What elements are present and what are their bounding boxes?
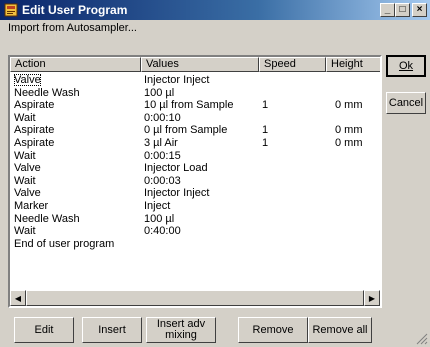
list-item[interactable]: End of user program <box>10 238 380 250</box>
cancel-button[interactable]: Cancel <box>386 92 426 114</box>
values-cell: 0 µl from Sample <box>144 124 228 137</box>
scroll-thumb[interactable] <box>26 290 364 306</box>
cancel-label: Cancel <box>388 96 424 109</box>
insert-adv-mixing-button[interactable]: Insert adv mixing <box>146 317 216 343</box>
insert-adv-label-line2: mixing <box>165 329 197 341</box>
column-header-action[interactable]: Action <box>10 57 141 72</box>
list-item[interactable]: Aspirate 3 µl Air 1 0 mm <box>10 137 380 149</box>
action-cell: Valve <box>14 187 41 200</box>
list-item[interactable]: Aspirate 10 µl from Sample 1 0 mm <box>10 99 380 111</box>
column-header-values[interactable]: Values <box>141 57 259 72</box>
remove-button[interactable]: Remove <box>238 317 308 343</box>
action-cell: Valve <box>14 162 41 175</box>
list-item[interactable]: Wait 0:00:03 <box>10 175 380 187</box>
list-item[interactable]: Valve Injector Load <box>10 162 380 174</box>
import-from-autosampler-menu[interactable]: Import from Autosampler... <box>8 22 137 38</box>
action-cell: Wait <box>14 174 36 187</box>
resize-grip-icon[interactable] <box>416 333 428 345</box>
remove-label: Remove <box>252 323 294 336</box>
title-bar[interactable]: Edit User Program _ □ × <box>0 0 430 20</box>
action-cell: Aspirate <box>14 124 55 137</box>
arrow-left-icon: ◀ <box>14 293 22 303</box>
values-cell: Injector Inject <box>144 74 210 86</box>
maximize-icon: □ <box>399 4 406 15</box>
action-cell: Aspirate <box>14 99 55 112</box>
list-item[interactable]: Wait 0:00:15 <box>10 150 380 162</box>
values-cell: 0:00:10 <box>144 111 181 124</box>
insert-label: Insert <box>98 323 126 336</box>
action-cell: Needle Wash <box>14 86 80 99</box>
list-item[interactable]: Valve Injector Inject <box>10 74 380 86</box>
height-cell: 0 mm <box>335 137 363 149</box>
list-item[interactable]: Valve Injector Inject <box>10 187 380 199</box>
action-cell: Wait <box>14 225 36 238</box>
minimize-icon: _ <box>384 4 391 15</box>
window-title: Edit User Program <box>22 3 128 17</box>
values-cell: Injector Inject <box>144 187 210 200</box>
app-window-icon <box>4 3 18 17</box>
values-cell: Inject <box>144 200 171 212</box>
list-item[interactable]: Wait 0:40:00 <box>10 225 380 237</box>
action-cell: Wait <box>14 149 36 162</box>
list-item[interactable]: Marker Inject <box>10 200 380 212</box>
arrow-right-icon: ▶ <box>368 293 376 303</box>
list-item[interactable]: Aspirate 0 µl from Sample 1 0 mm <box>10 124 380 136</box>
minimize-button[interactable]: _ <box>380 3 395 17</box>
values-cell: 0:00:15 <box>144 149 181 162</box>
close-icon: × <box>416 4 423 15</box>
maximize-button[interactable]: □ <box>395 3 410 17</box>
program-steps-list[interactable]: Action Values Speed Height Valve Injector… <box>8 55 382 308</box>
edit-user-program-window: Edit User Program _ □ × Import from Auto… <box>0 0 430 347</box>
speed-cell: 1 <box>262 137 269 149</box>
values-cell: 0:40:00 <box>144 225 181 238</box>
speed-cell: 1 <box>262 99 269 112</box>
values-cell: 3 µl Air <box>144 137 178 149</box>
values-cell: 100 µl <box>144 212 175 225</box>
column-header-speed[interactable]: Speed <box>259 57 326 72</box>
scroll-right-button[interactable]: ▶ <box>364 290 380 306</box>
list-item[interactable]: Needle Wash 100 µl <box>10 87 380 99</box>
ok-label: Ok <box>398 59 414 72</box>
action-cell: Aspirate <box>14 137 55 149</box>
edit-button[interactable]: Edit <box>14 317 74 343</box>
values-cell: Injector Load <box>144 162 208 175</box>
list-item[interactable]: Needle Wash 100 µl <box>10 213 380 225</box>
remove-all-button[interactable]: Remove all <box>308 317 372 343</box>
values-cell: 100 µl <box>144 86 175 99</box>
action-cell: End of user program <box>14 237 115 250</box>
list-item[interactable]: Wait 0:00:10 <box>10 112 380 124</box>
values-cell: 10 µl from Sample <box>144 99 234 112</box>
values-cell: 0:00:03 <box>144 174 181 187</box>
remove-all-label: Remove all <box>312 323 368 336</box>
height-cell: 0 mm <box>335 124 363 137</box>
height-cell: 0 mm <box>335 99 363 112</box>
scroll-left-button[interactable]: ◀ <box>10 290 26 306</box>
action-cell: Valve <box>14 74 41 86</box>
action-cell: Marker <box>14 200 49 212</box>
column-header-height[interactable]: Height <box>326 57 380 72</box>
action-cell: Wait <box>14 111 36 124</box>
edit-label: Edit <box>34 323 54 336</box>
ok-button[interactable]: Ok <box>386 55 426 77</box>
horizontal-scrollbar[interactable]: ◀ ▶ <box>10 290 380 306</box>
insert-button[interactable]: Insert <box>82 317 142 343</box>
close-button[interactable]: × <box>412 3 427 17</box>
action-cell: Needle Wash <box>14 212 80 225</box>
speed-cell: 1 <box>262 124 269 137</box>
